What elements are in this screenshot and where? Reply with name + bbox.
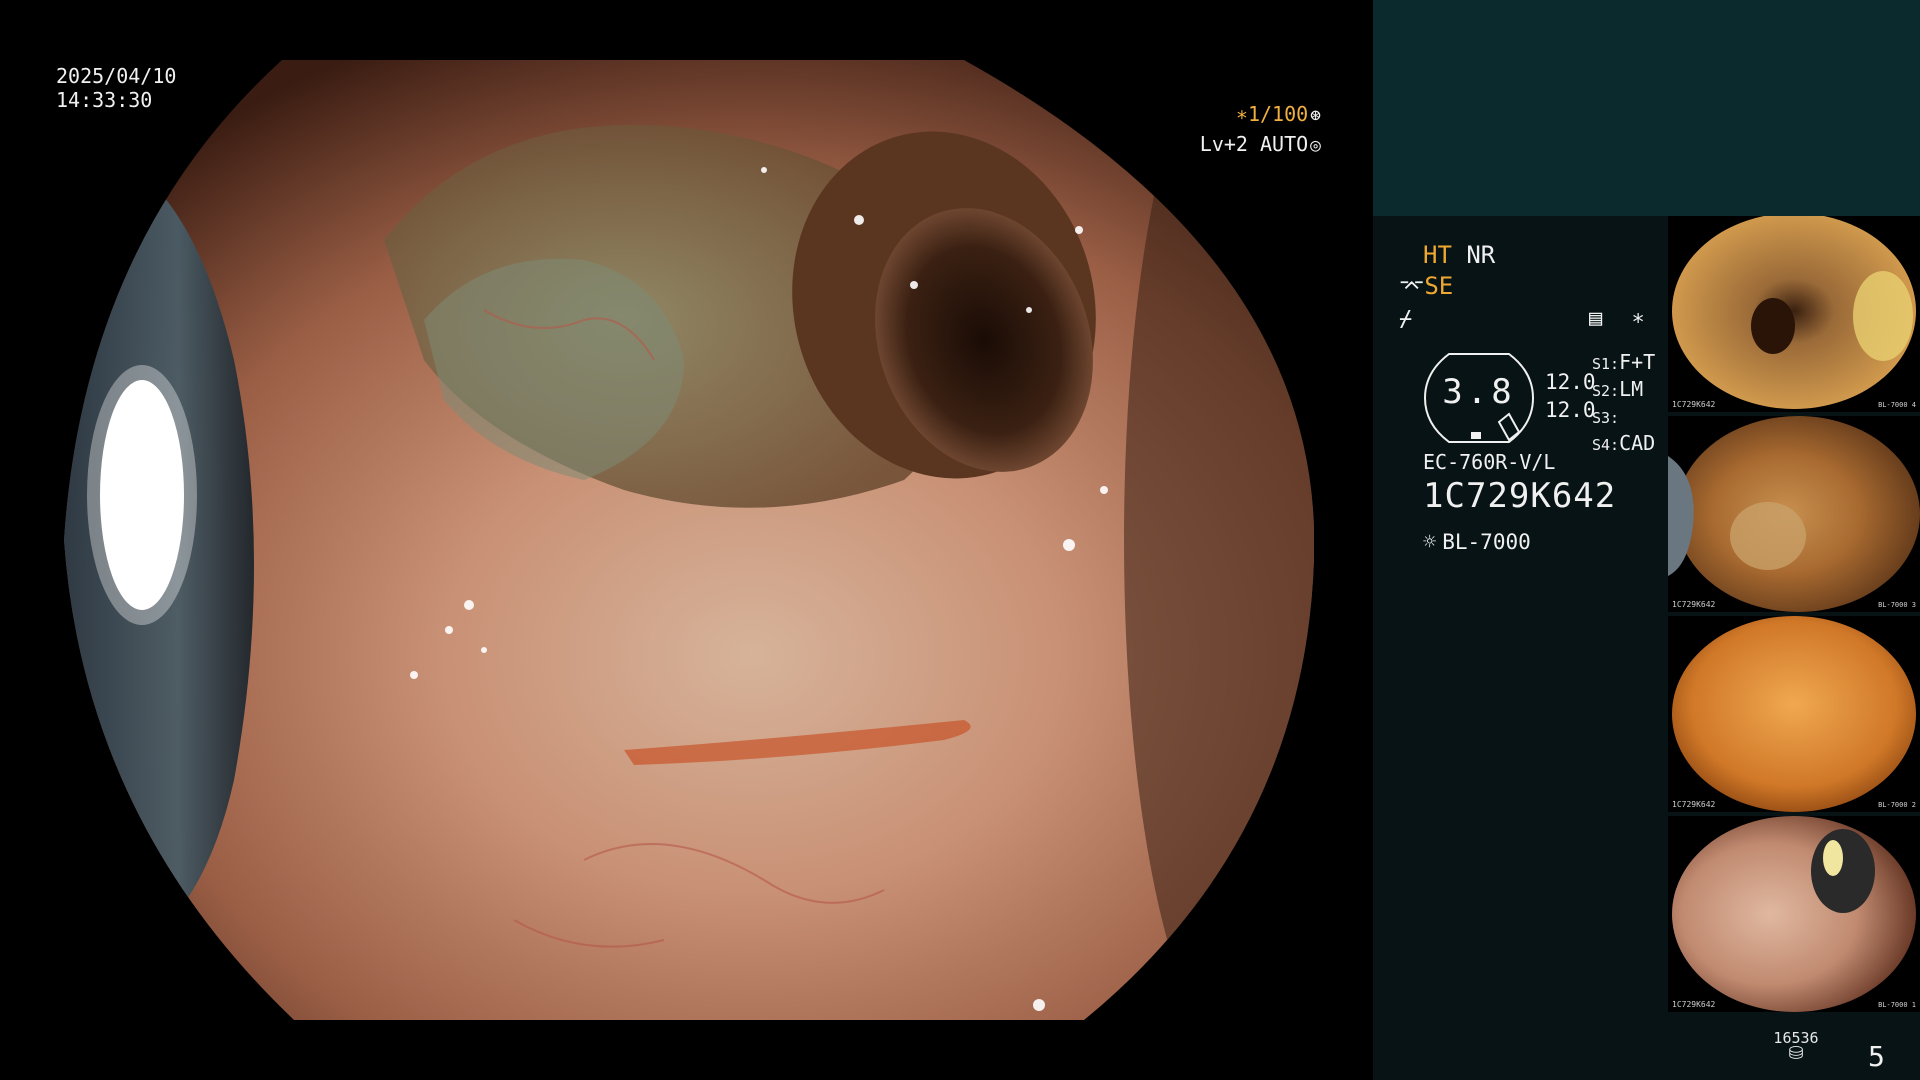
setting-s3: S3: <box>1592 409 1620 427</box>
structure-enhance-icon: ⌤ <box>1399 275 1425 300</box>
processor-info: HT NR ⌤SE ⌿ ▤ ∗ 3.8 12.0 12.0 S1:F+T S2:… <box>1399 240 1689 555</box>
se-row: ⌤SE <box>1399 271 1689 303</box>
thumbnail[interactable]: 1C729K642 BL-7000 4 <box>1668 216 1920 412</box>
scope-switch-settings: S1:F+T S2:LM S3: S4:CAD <box>1592 350 1655 458</box>
mode-ht: HT <box>1423 241 1452 269</box>
thumbnail[interactable]: 1C729K642 BL-7000 1 <box>1668 816 1920 1012</box>
thumbnail[interactable]: 1C729K642 BL-7000 3 <box>1668 416 1920 612</box>
gain-1: 12.0 <box>1545 370 1596 394</box>
scope-model: EC-760R-V/L <box>1423 450 1556 474</box>
thumbnail-label: 1C729K642 <box>1672 600 1716 609</box>
thumbnail-meta: BL-7000 3 <box>1878 601 1916 609</box>
shutter-icon: ⊛ <box>1310 105 1321 126</box>
setting-s4: S4:CAD <box>1592 431 1656 455</box>
brightness-level: Lv+2 AUTO <box>1199 132 1309 156</box>
captured-thumbnails: 1C729K642 BL-7000 4 1C729K642 BL-7000 3 <box>1668 216 1920 1016</box>
light-source-label: BL-7000 <box>1442 530 1531 554</box>
gain-values: 12.0 12.0 <box>1545 368 1596 424</box>
thumbnail-label: 1C729K642 <box>1672 400 1716 409</box>
side-panel: HT NR ⌤SE ⌿ ▤ ∗ 3.8 12.0 12.0 S1:F+T S2:… <box>1373 0 1920 1080</box>
thumbnail-label: 1C729K642 <box>1672 800 1716 809</box>
disk-icon: ⛁ <box>1788 1043 1804 1064</box>
mode-se: SE <box>1424 272 1454 300</box>
memo-icons: ▤ ∗ <box>1589 306 1653 331</box>
colonoscopy-image <box>64 60 1314 1020</box>
mode-row: HT NR <box>1399 240 1689 271</box>
light-source: ☼ BL-7000 <box>1423 530 1531 555</box>
freeze-icon: ⌿ <box>1399 307 1413 332</box>
thumbnail-meta: BL-7000 1 <box>1878 1001 1916 1009</box>
thumbnail-image <box>1672 216 1916 409</box>
datetime-overlay: 2025/04/10 14:33:30 <box>56 64 176 112</box>
endoscopy-monitor: 2025/04/10 14:33:30 ∗1/100 ⊛ Lv+2 AUTO ◎ H… <box>0 0 1920 1080</box>
setting-s1: S1:F+T <box>1592 350 1656 374</box>
time-text: 14:33:30 <box>56 88 153 112</box>
thumbnail-meta: BL-7000 4 <box>1878 401 1916 409</box>
light-source-icon: ☼ <box>1423 530 1437 555</box>
page-number: 5 <box>1868 1040 1885 1073</box>
date-text: 2025/04/10 <box>56 64 177 88</box>
gain-2: 12.0 <box>1545 398 1596 422</box>
thumbnail[interactable]: 1C729K642 BL-7000 2 <box>1668 616 1920 812</box>
thumbnail-image <box>1672 616 1916 812</box>
thumbnail-label: 1C729K642 <box>1672 1000 1716 1009</box>
gauge-value: 3.8 <box>1442 372 1516 412</box>
iris-icon: ◎ <box>1310 135 1321 156</box>
thumbnail-meta: BL-7000 2 <box>1878 801 1916 809</box>
storage-indicator: 16536 ⛁ <box>1766 1030 1826 1064</box>
setting-s2: S2:LM <box>1592 377 1644 401</box>
exposure-status: ∗1/100 ⊛ Lv+2 AUTO ◎ <box>1200 100 1321 160</box>
scope-serial: 1C729K642 <box>1423 476 1617 516</box>
endoscope-viewport: 2025/04/10 14:33:30 ∗1/100 ⊛ Lv+2 AUTO ◎ <box>0 0 1373 1080</box>
zoom-gauge: 3.8 <box>1423 352 1535 444</box>
shutter-speed: ∗1/100 <box>1235 102 1309 126</box>
thumbnail-image <box>1668 416 1920 612</box>
panel-header-area <box>1373 0 1920 216</box>
mode-nr: NR <box>1466 241 1496 269</box>
thumbnail-image <box>1672 816 1916 1012</box>
